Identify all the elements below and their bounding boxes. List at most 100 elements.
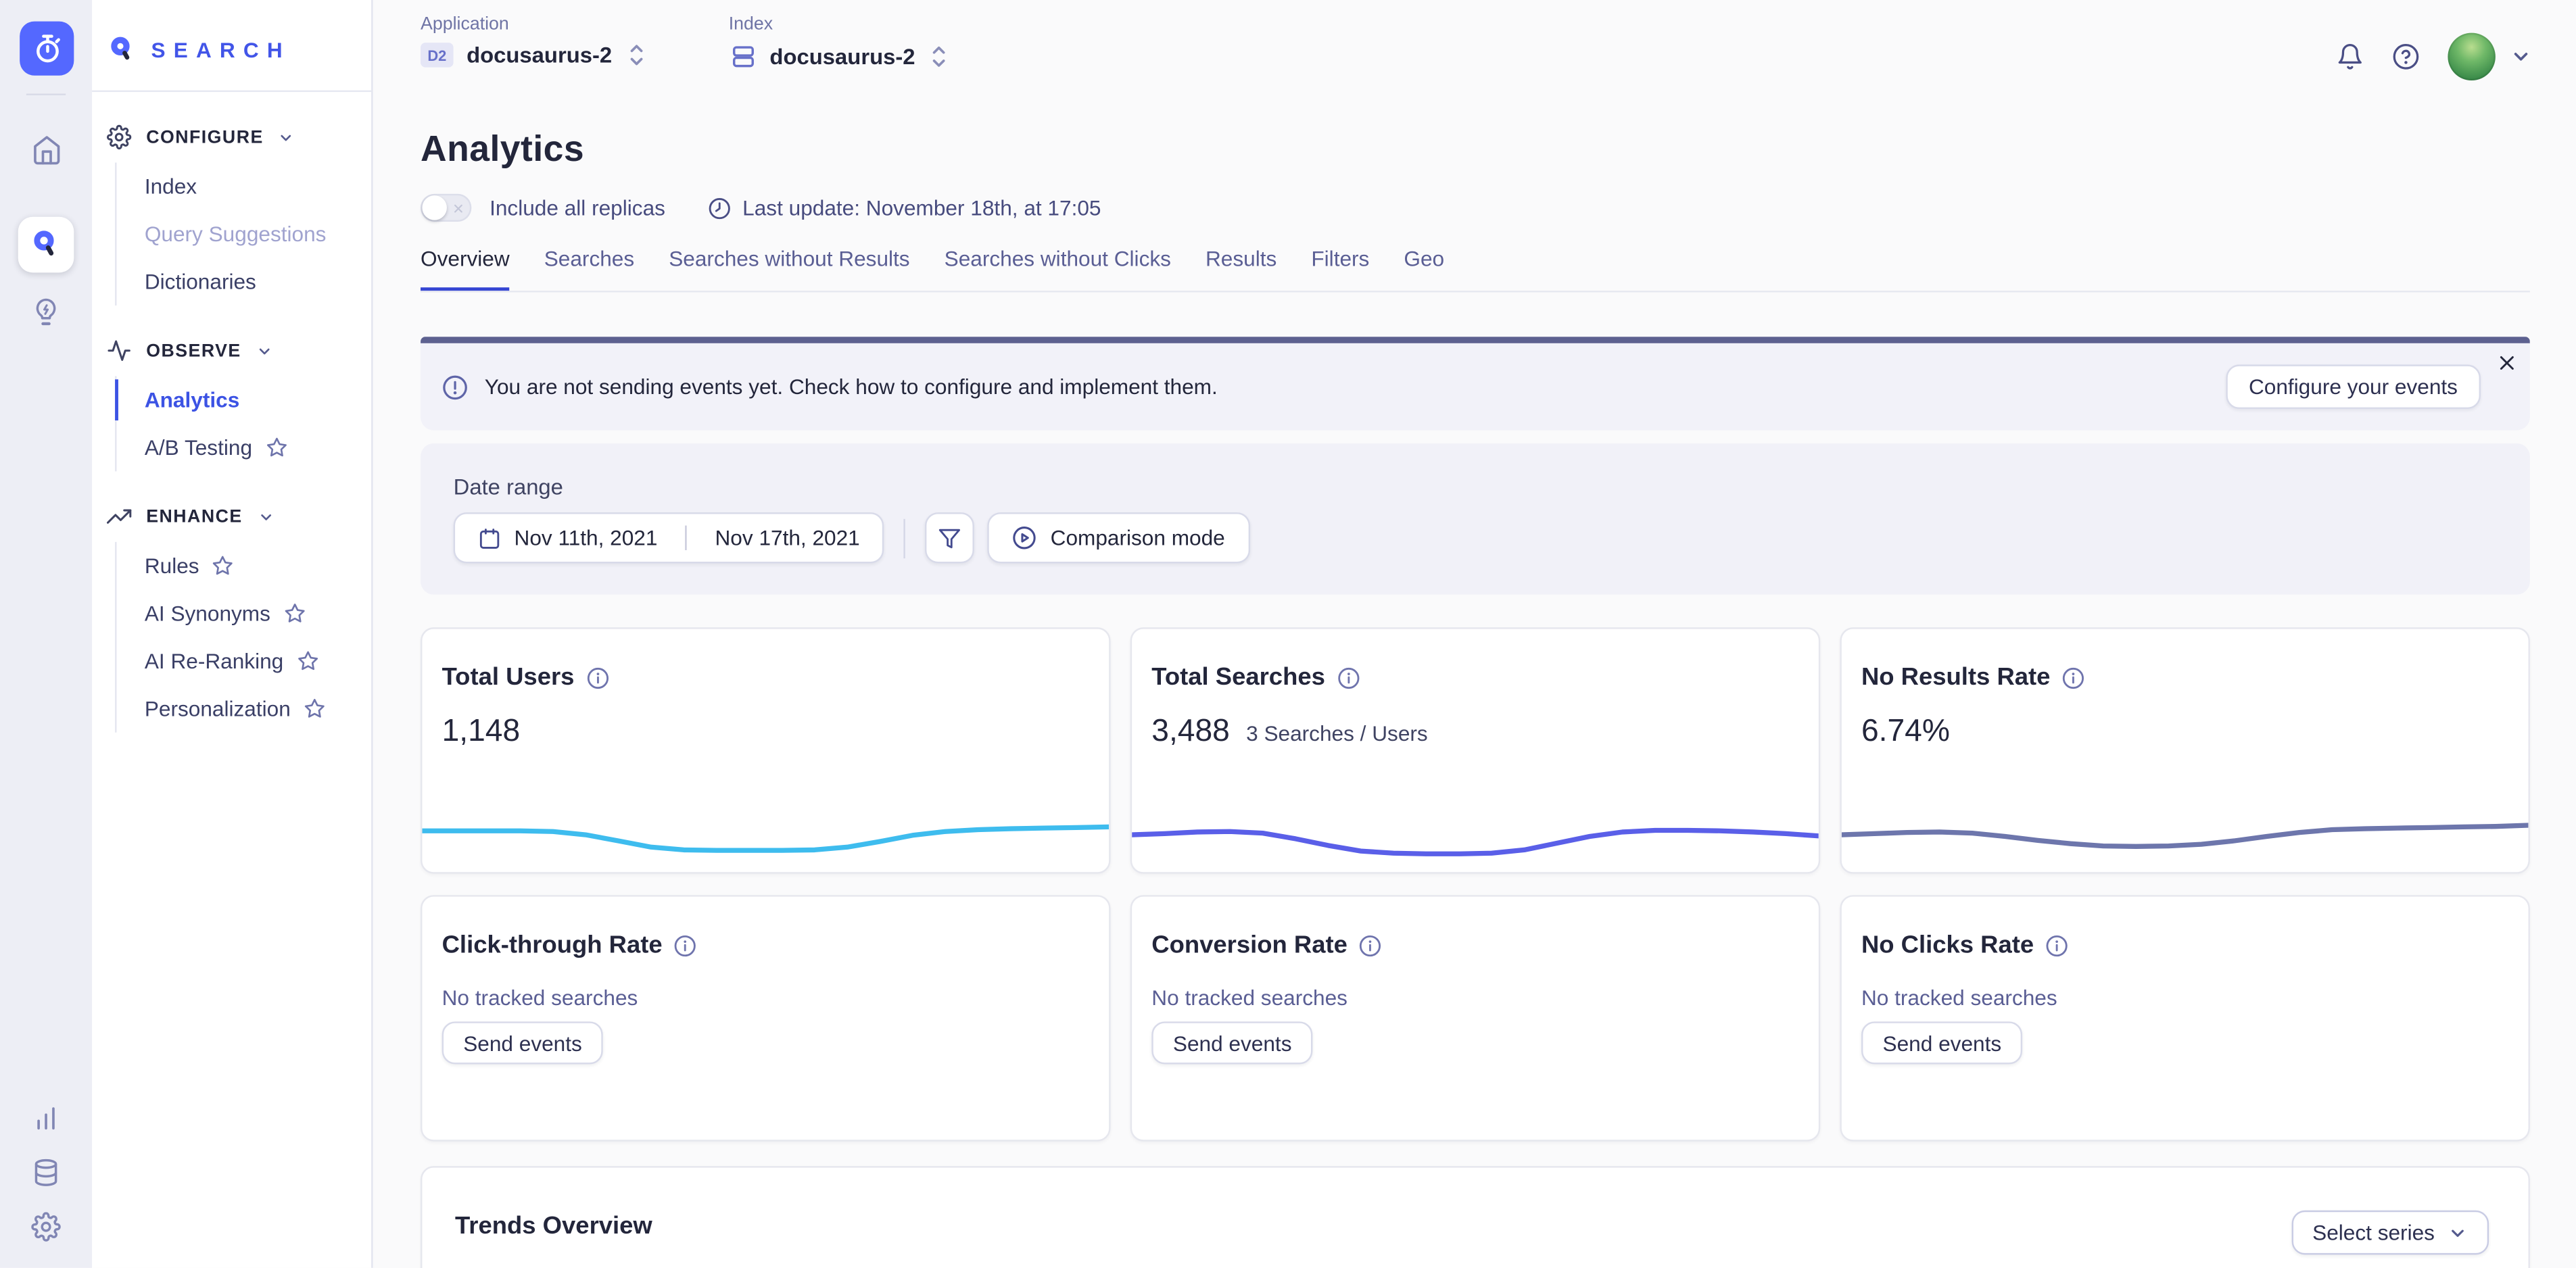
sidebar-item-rules[interactable]: Rules xyxy=(117,542,372,589)
usage-stats-button[interactable] xyxy=(18,1090,74,1146)
card-value: 1,148 xyxy=(442,714,521,750)
top-right-actions xyxy=(2336,33,2531,80)
calendar-icon xyxy=(478,527,501,550)
recommend-button[interactable] xyxy=(18,284,74,340)
info-icon[interactable] xyxy=(2061,666,2084,689)
section-observe-label: OBSERVE xyxy=(146,341,241,360)
star-icon xyxy=(297,650,318,672)
date-range-section: Date range Nov 11th, 2021 Nov 17th, 2021 xyxy=(421,443,2530,595)
lightbulb-flash-icon xyxy=(31,297,61,327)
info-icon[interactable] xyxy=(1359,933,1382,956)
main-content: Application D2 docusaurus-2 Index docusa… xyxy=(373,0,2576,1268)
section-observe[interactable]: OBSERVE xyxy=(92,339,371,363)
clock-icon xyxy=(708,196,731,219)
trends-overview-card: Trends Overview Select series xyxy=(421,1166,2530,1268)
tab-searches-without-clicks[interactable]: Searches without Clicks xyxy=(945,246,1171,292)
sidebar-item-ab-testing[interactable]: A/B Testing xyxy=(117,424,372,471)
index-label: Index xyxy=(729,15,947,34)
comparison-mode-label: Comparison mode xyxy=(1051,526,1225,550)
card-title: Click-through Rate xyxy=(442,931,663,959)
section-enhance[interactable]: ENHANCE xyxy=(92,504,371,529)
sidebar: SEARCH CONFIGURE Index Query Suggestions… xyxy=(92,0,373,1268)
account-menu-button[interactable] xyxy=(2510,46,2532,68)
sidebar-item-query-suggestions[interactable]: Query Suggestions xyxy=(117,210,372,258)
metric-card-no-clicks-rate: No Clicks Rate No tracked searches Send … xyxy=(1840,895,2530,1141)
home-icon xyxy=(30,134,62,165)
analytics-dashboard: SEARCH CONFIGURE Index Query Suggestions… xyxy=(0,0,2576,1268)
database-icon xyxy=(31,1158,61,1188)
sidebar-item-label: Query Suggestions xyxy=(145,222,327,246)
gear-icon xyxy=(107,125,131,149)
metric-card-click-through-rate: Click-through Rate No tracked searches S… xyxy=(421,895,1111,1141)
tab-results[interactable]: Results xyxy=(1206,246,1277,292)
application-badge: D2 xyxy=(421,43,454,67)
sidebar-item-dictionaries[interactable]: Dictionaries xyxy=(117,258,372,305)
help-button[interactable] xyxy=(2392,43,2420,70)
tab-filters[interactable]: Filters xyxy=(1311,246,1369,292)
send-events-button[interactable]: Send events xyxy=(1861,1021,2023,1064)
section-configure[interactable]: CONFIGURE xyxy=(92,125,371,149)
events-banner: You are not sending events yet. Check ho… xyxy=(421,337,2530,430)
sidebar-divider xyxy=(92,91,371,92)
info-icon[interactable] xyxy=(586,666,609,689)
home-button[interactable] xyxy=(18,122,74,178)
filter-button[interactable] xyxy=(926,512,975,563)
star-icon xyxy=(304,698,325,720)
star-icon xyxy=(283,603,305,625)
notifications-button[interactable] xyxy=(2336,43,2364,70)
stopwatch-app-button[interactable] xyxy=(20,22,74,76)
index-selector[interactable]: Index docusaurus-2 xyxy=(729,15,947,71)
chevron-down-icon xyxy=(279,129,295,145)
tab-overview[interactable]: Overview xyxy=(421,246,510,292)
data-sources-button[interactable] xyxy=(18,1145,74,1201)
tab-searches-without-results[interactable]: Searches without Results xyxy=(669,246,909,292)
empty-state-text: No tracked searches xyxy=(1151,985,1818,1010)
toggle-knob xyxy=(422,195,446,220)
configure-items: Index Query Suggestions Dictionaries xyxy=(115,163,371,306)
sidebar-item-ai-synonyms[interactable]: AI Synonyms xyxy=(117,589,372,637)
sidebar-item-analytics[interactable]: Analytics xyxy=(117,376,372,423)
close-icon[interactable] xyxy=(2497,353,2517,372)
metric-card-total-users: Total Users 1,148 xyxy=(421,627,1111,873)
product-logo[interactable]: SEARCH xyxy=(92,0,371,64)
send-events-button[interactable]: Send events xyxy=(1151,1021,1313,1064)
index-icon xyxy=(729,43,757,70)
search-product-button[interactable] xyxy=(18,217,74,273)
sidebar-item-label: Dictionaries xyxy=(145,269,256,293)
sidebar-item-index[interactable]: Index xyxy=(117,163,372,210)
sidebar-item-label: Rules xyxy=(145,554,199,578)
select-series-button[interactable]: Select series xyxy=(2291,1211,2489,1255)
metric-card-total-searches: Total Searches 3,488 3 Searches / Users xyxy=(1130,627,1821,873)
rail-divider xyxy=(26,93,66,95)
avatar[interactable] xyxy=(2448,33,2495,80)
date-range-picker[interactable]: Nov 11th, 2021 Nov 17th, 2021 xyxy=(454,512,885,563)
application-selector[interactable]: Application D2 docusaurus-2 xyxy=(421,15,643,71)
include-replicas-toggle[interactable] xyxy=(421,194,471,222)
card-title: No Clicks Rate xyxy=(1861,931,2034,959)
sidebar-item-ai-re-ranking[interactable]: AI Re-Ranking xyxy=(117,637,372,685)
play-circle-icon xyxy=(1013,526,1037,550)
enhance-items: Rules AI Synonyms AI Re-Ranking Personal… xyxy=(115,542,371,733)
bar-chart-icon xyxy=(31,1104,61,1133)
info-icon[interactable] xyxy=(1337,666,1360,689)
tab-geo[interactable]: Geo xyxy=(1404,246,1444,292)
sidebar-item-label: A/B Testing xyxy=(145,435,252,460)
app-rail xyxy=(0,0,92,1268)
settings-button[interactable] xyxy=(18,1199,74,1255)
comparison-mode-button[interactable]: Comparison mode xyxy=(988,512,1249,563)
sidebar-item-personalization[interactable]: Personalization xyxy=(117,685,372,732)
info-icon[interactable] xyxy=(2045,933,2068,956)
info-icon[interactable] xyxy=(674,933,697,956)
funnel-icon xyxy=(938,527,961,550)
send-events-button[interactable]: Send events xyxy=(442,1021,604,1064)
configure-events-button[interactable]: Configure your events xyxy=(2226,364,2481,409)
tab-searches[interactable]: Searches xyxy=(544,246,634,292)
alert-circle-icon xyxy=(442,374,469,400)
date-range-end: Nov 17th, 2021 xyxy=(715,526,859,550)
include-replicas-label: Include all replicas xyxy=(490,195,665,220)
date-separator xyxy=(686,526,687,550)
chevron-down-icon xyxy=(257,508,273,525)
date-range-start: Nov 11th, 2021 xyxy=(515,526,658,550)
sidebar-item-label: AI Synonyms xyxy=(145,601,270,625)
card-title: Conversion Rate xyxy=(1151,931,1347,959)
